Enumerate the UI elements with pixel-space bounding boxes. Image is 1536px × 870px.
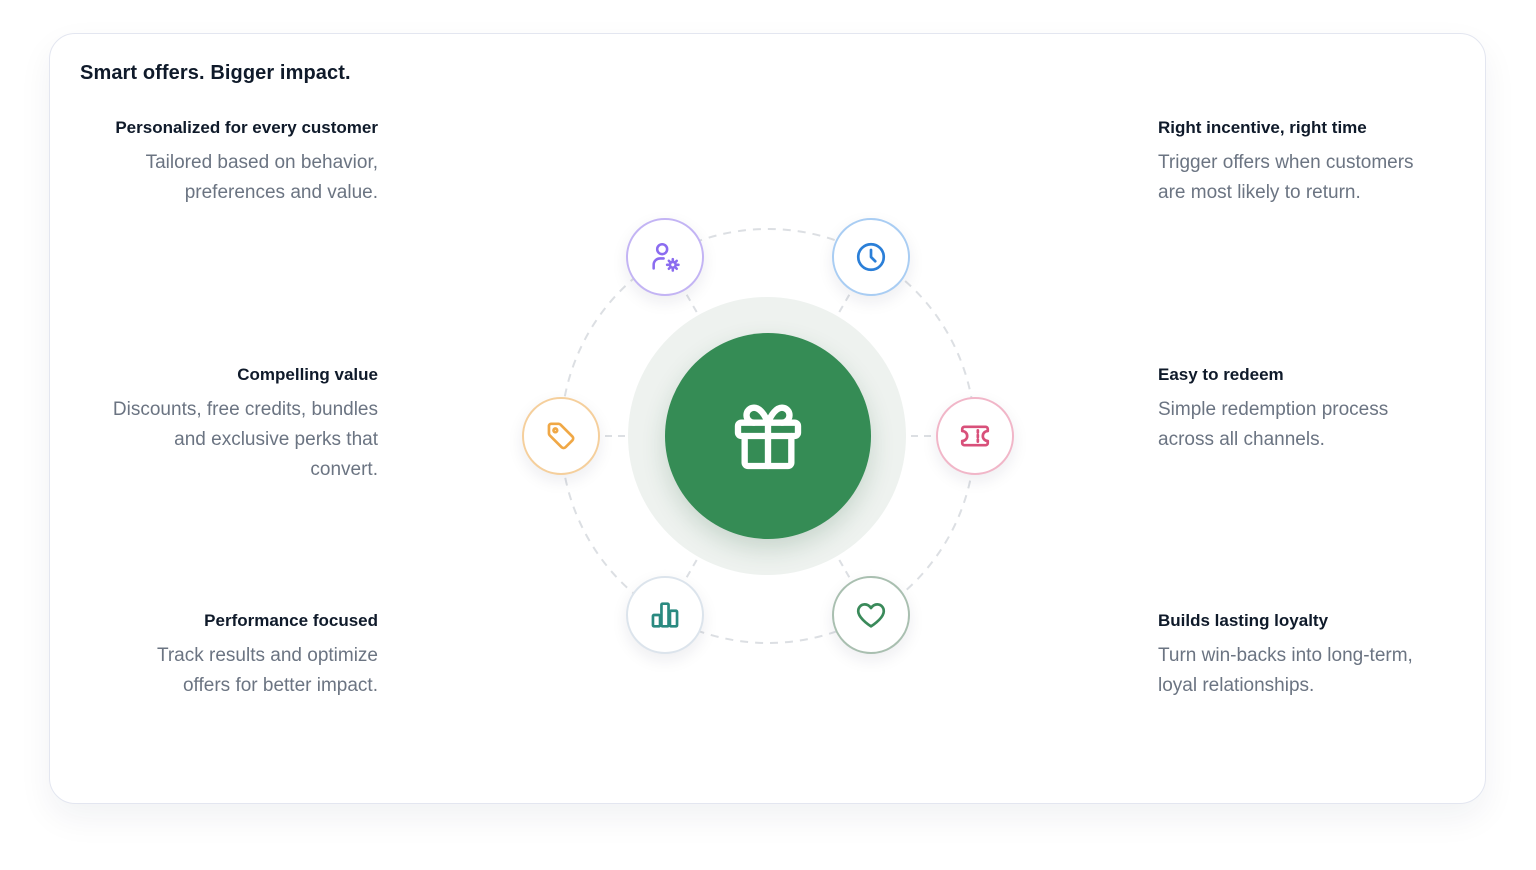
desc-line: loyal relationships.: [1158, 675, 1315, 696]
feature-description: Discounts, free credits, bundles and exc…: [78, 395, 378, 485]
desc-line: across all channels.: [1158, 429, 1325, 450]
feature-description: Track results and optimize offers for be…: [78, 641, 378, 701]
desc-line: Trigger offers when customers: [1158, 152, 1414, 173]
bar-chart-icon: [651, 602, 679, 628]
feature-easy-redeem: Easy to redeem Simple redemption process…: [1158, 364, 1458, 455]
node-loyalty: [832, 576, 910, 654]
heart-icon: [856, 603, 886, 628]
desc-line: Turn win-backs into long-term,: [1158, 645, 1413, 666]
feature-description: Trigger offers when customers are most l…: [1158, 148, 1458, 208]
feature-personalized: Personalized for every customer Tailored…: [78, 117, 378, 208]
hub-circle: [665, 333, 871, 539]
feature-description: Tailored based on behavior, preferences …: [78, 148, 378, 208]
desc-line: preferences and value.: [184, 182, 378, 203]
desc-line: Track results and optimize: [156, 645, 378, 666]
tag-icon: [547, 422, 575, 450]
feature-compelling-value: Compelling value Discounts, free credits…: [78, 364, 378, 485]
ticket-icon: [960, 425, 990, 447]
page-title: Smart offers. Bigger impact.: [80, 62, 351, 84]
feature-description: Turn win-backs into long-term, loyal rel…: [1158, 641, 1458, 701]
feature-title: Performance focused: [204, 611, 378, 630]
desc-line: convert.: [310, 459, 378, 480]
node-compelling-value: [522, 397, 600, 475]
feature-description: Simple redemption process across all cha…: [1158, 395, 1458, 455]
node-easy-redeem: [936, 397, 1014, 475]
feature-performance: Performance focused Track results and op…: [78, 610, 378, 701]
clock-icon: [856, 242, 886, 272]
user-gear-icon: [652, 242, 680, 272]
feature-title: Right incentive, right time: [1158, 118, 1367, 137]
node-performance: [626, 576, 704, 654]
node-personalized: [626, 218, 704, 296]
feature-right-time: Right incentive, right time Trigger offe…: [1158, 117, 1458, 208]
feature-title: Builds lasting loyalty: [1158, 611, 1329, 630]
desc-line: and exclusive perks that: [174, 429, 378, 450]
desc-line: Simple redemption process: [1158, 399, 1389, 420]
desc-line: Tailored based on behavior,: [145, 152, 378, 173]
feature-title: Easy to redeem: [1158, 365, 1284, 384]
feature-title: Personalized for every customer: [115, 118, 378, 137]
desc-line: Discounts, free credits, bundles: [112, 399, 378, 420]
node-right-time: [832, 218, 910, 296]
desc-line: are most likely to return.: [1158, 182, 1361, 203]
gift-icon: [734, 404, 802, 470]
feature-loyalty: Builds lasting loyalty Turn win-backs in…: [1158, 610, 1458, 701]
desc-line: offers for better impact.: [182, 675, 378, 696]
feature-title: Compelling value: [237, 365, 378, 384]
